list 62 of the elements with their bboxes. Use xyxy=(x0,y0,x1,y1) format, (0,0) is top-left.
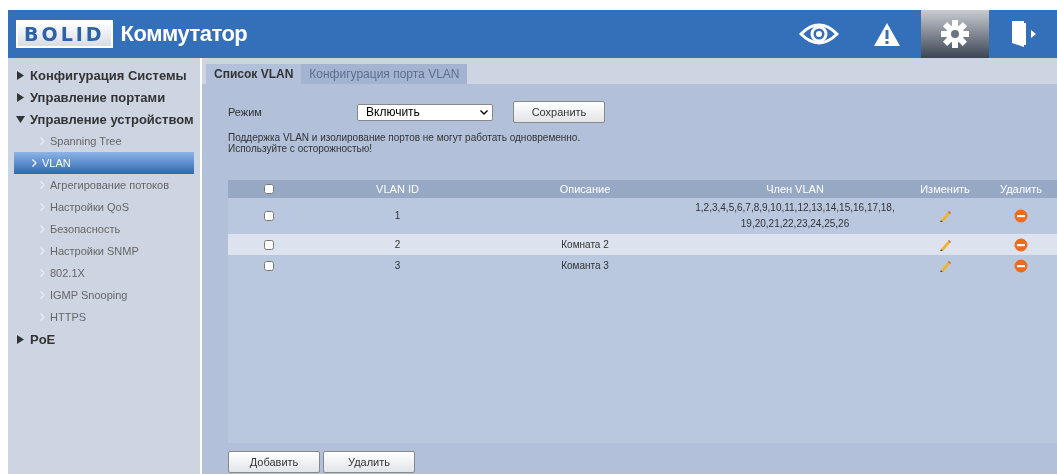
chevron-icon xyxy=(40,313,45,321)
menu-item[interactable]: IGMP Snooping xyxy=(14,284,194,306)
collapsed-triangle-icon xyxy=(16,92,25,102)
column-header: Описание xyxy=(558,183,612,195)
row-checkbox[interactable] xyxy=(264,211,274,221)
table-row[interactable]: 2 Комната 2 xyxy=(228,234,1057,255)
caret-icon xyxy=(480,109,488,115)
chevron-icon xyxy=(40,269,45,277)
mode-label: Режим xyxy=(228,106,263,118)
menu-item[interactable]: Агрегирование потоков xyxy=(14,174,194,196)
column-header: Изменить xyxy=(919,183,971,195)
table-cell-text: 2 xyxy=(393,237,402,252)
column-header: Член VLAN xyxy=(765,183,825,195)
chevron-icon xyxy=(40,291,45,299)
exit-icon xyxy=(1010,19,1036,49)
table-row[interactable]: 3 Команта 3 xyxy=(228,255,1057,276)
edit-pencil-icon[interactable] xyxy=(938,237,952,252)
menu-group[interactable]: Конфигурация Системы xyxy=(8,64,200,86)
tab[interactable]: Список VLAN xyxy=(206,64,302,84)
logo: BOLID xyxy=(16,20,113,48)
action-button[interactable]: Добавить xyxy=(228,451,320,473)
chevron-icon xyxy=(40,247,45,255)
row-checkbox[interactable] xyxy=(264,239,274,250)
menu-group[interactable]: Управление портами xyxy=(8,86,200,108)
menu-item[interactable]: 802.1X xyxy=(14,262,194,284)
mode-select[interactable]: Включить xyxy=(357,103,493,121)
action-button[interactable]: Удалить xyxy=(323,451,415,473)
table-cell-text: 3 xyxy=(393,258,402,273)
chevron-icon xyxy=(40,225,45,233)
menu-item[interactable]: HTTPS xyxy=(14,306,194,328)
row-checkbox[interactable] xyxy=(264,260,274,271)
menu-item[interactable]: Безопасность xyxy=(14,218,194,240)
chevron-icon xyxy=(40,203,45,211)
column-header: Удалить xyxy=(999,183,1043,195)
menu-item[interactable]: Настройки QoS xyxy=(14,196,194,218)
select-all-checkbox[interactable] xyxy=(264,184,274,194)
gear-icon xyxy=(941,20,969,48)
delete-minus-icon[interactable] xyxy=(1014,237,1028,252)
delete-minus-icon[interactable] xyxy=(1014,258,1028,273)
table-cell-text: 1 xyxy=(393,209,402,223)
delete-minus-icon[interactable] xyxy=(1014,209,1028,223)
table-cell-text: Комната 2 xyxy=(560,237,610,252)
column-header: VLAN ID xyxy=(375,183,420,195)
save-button[interactable]: Сохранить xyxy=(513,101,605,123)
menu-group[interactable]: PoE xyxy=(8,328,200,350)
chevron-icon xyxy=(40,137,45,145)
table-cell-text: Команта 3 xyxy=(560,258,610,273)
chevron-icon xyxy=(40,181,45,189)
collapsed-triangle-icon xyxy=(16,334,25,344)
eye-icon xyxy=(799,22,839,46)
collapsed-triangle-icon xyxy=(16,70,25,80)
chevron-icon xyxy=(32,159,37,167)
expanded-triangle-icon xyxy=(16,114,25,124)
menu-group[interactable]: Управление устройством xyxy=(8,108,200,130)
table-row[interactable]: 1 1,2,3,4,5,6,7,8,9,10,11,12,13,14,15,16,17,18, 19,20,21,22,23,24,25,26 xyxy=(228,198,1057,234)
menu-item[interactable]: Spanning Tree xyxy=(14,130,194,152)
warning-icon xyxy=(873,21,901,47)
warning-text: Поддержка VLAN и изолирование портов не могут работать одновременно. Используйте с осторожностью! xyxy=(228,132,582,154)
gear-nav-button[interactable] xyxy=(921,10,989,58)
app-title: Коммутатор xyxy=(120,21,248,47)
table-cell-text: 1,2,3,4,5,6,7,8,9,10,11,12,13,14,15,16,17,18, 19,20,21,22,23,24,25,26 xyxy=(694,201,896,231)
menu-item[interactable]: Настройки SNMP xyxy=(14,240,194,262)
